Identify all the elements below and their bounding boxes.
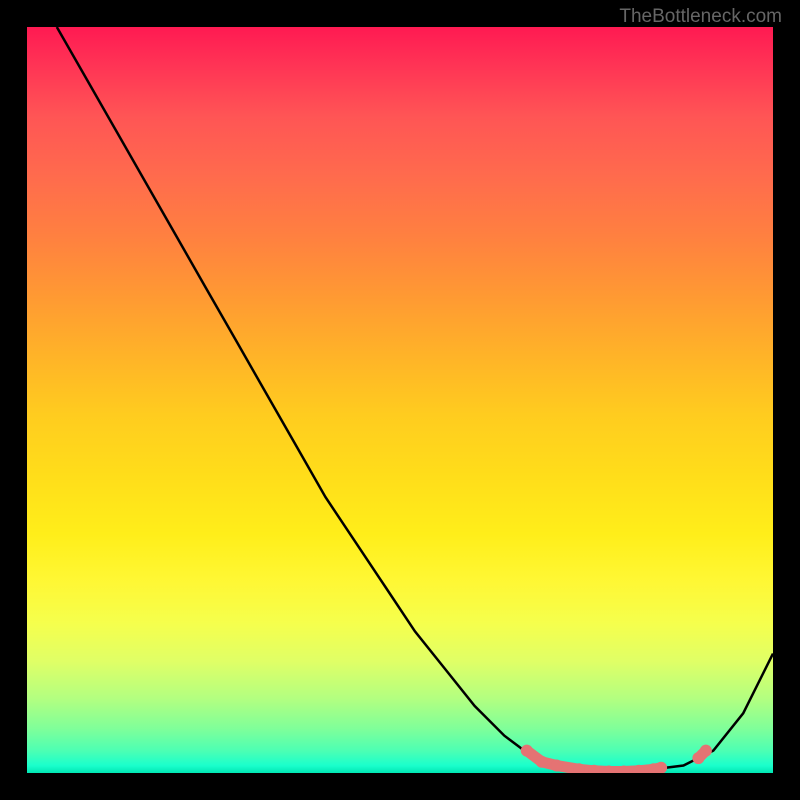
watermark-text: TheBottleneck.com xyxy=(619,6,782,28)
highlighted-dots xyxy=(27,27,773,773)
chart-area xyxy=(27,27,773,773)
